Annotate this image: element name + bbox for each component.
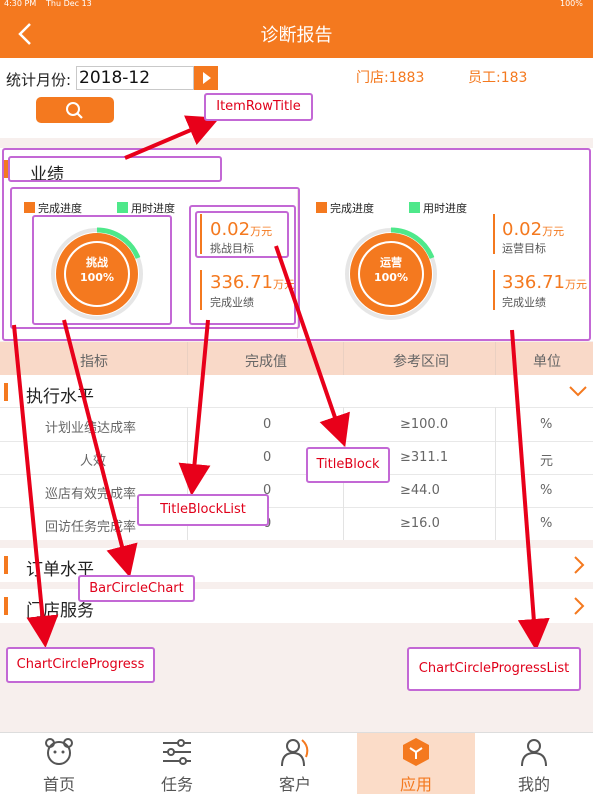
annotation-label: ChartCircleProgressList	[407, 647, 581, 691]
annotation-label: ItemRowTitle	[204, 93, 313, 121]
annotation-label: TitleBlockList	[137, 494, 269, 526]
annotation-label: BarCircleChart	[78, 575, 195, 602]
annotation-label: TitleBlock	[306, 447, 390, 483]
annotation-label: ChartCircleProgress	[6, 647, 155, 683]
